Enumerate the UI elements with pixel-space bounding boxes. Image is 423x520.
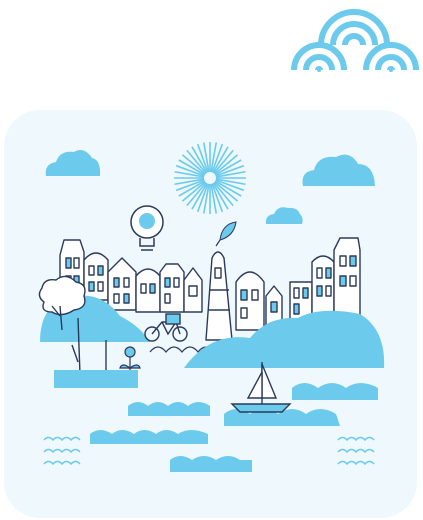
ground-patch <box>54 370 138 388</box>
illustration-canvas <box>0 0 423 520</box>
logo-arches-icon <box>291 9 419 73</box>
city-illustration <box>4 9 419 518</box>
